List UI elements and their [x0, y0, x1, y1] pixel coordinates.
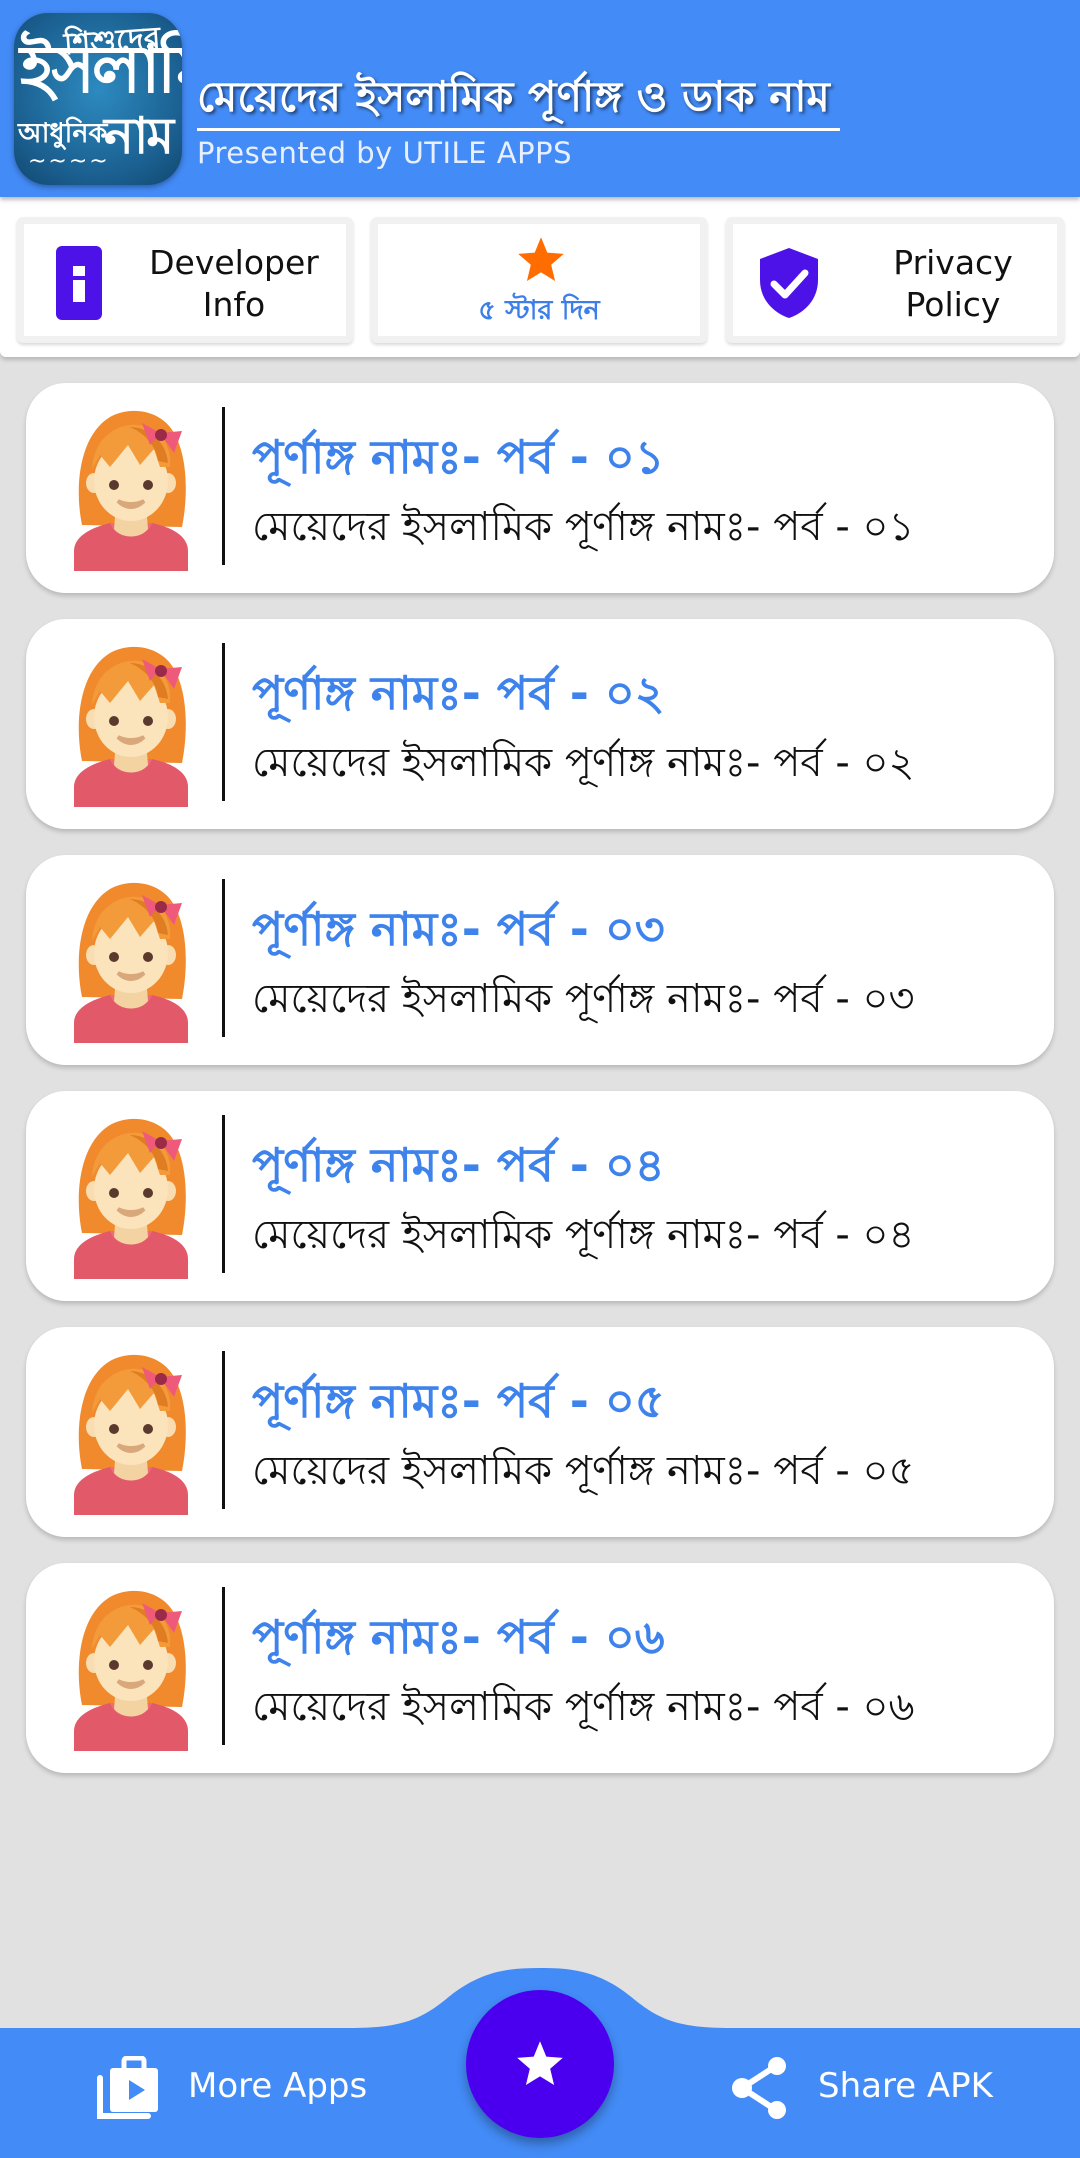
info-icon — [56, 246, 102, 320]
title-underline — [197, 128, 840, 131]
app-logo: শিশুদের ইসলামি আধুনিক নাম ~~~~ — [14, 13, 182, 185]
girl-avatar-icon — [72, 1588, 190, 1751]
card-title: পূর্ণাঙ্গ নামঃ- পর্ব - ০১ — [252, 430, 665, 484]
card-title: পূর্ণাঙ্গ নামঃ- পর্ব - ০৪ — [252, 1138, 665, 1192]
card-subtitle: মেয়েদের ইসলামিক পূর্ণাঙ্গ নামঃ- পর্ব - … — [252, 976, 915, 1022]
more-apps-label: More Apps — [188, 2066, 368, 2106]
bottom-navigation: More Apps Share APK — [0, 1960, 1080, 2158]
list-item[interactable]: পূর্ণাঙ্গ নামঃ- পর্ব - ০৫ মেয়েদের ইসলাম… — [26, 1327, 1054, 1537]
store-bag-icon — [97, 2056, 158, 2119]
label-line: Privacy — [893, 243, 1013, 282]
divider — [222, 879, 225, 1037]
card-subtitle: মেয়েদের ইসলামিক পূর্ণাঙ্গ নামঃ- পর্ব - … — [252, 504, 915, 550]
share-apk-label: Share APK — [818, 2066, 993, 2106]
list-item[interactable]: পূর্ণাঙ্গ নামঃ- পর্ব - ০২ মেয়েদের ইসলাম… — [26, 619, 1054, 829]
card-title: পূর্ণাঙ্গ নামঃ- পর্ব - ০৫ — [252, 1374, 665, 1428]
developer-info-button[interactable]: Developer Info — [17, 217, 353, 343]
list-item[interactable]: পূর্ণাঙ্গ নামঃ- পর্ব - ০৬ মেয়েদের ইসলাম… — [26, 1563, 1054, 1773]
list-item[interactable]: পূর্ণাঙ্গ নামঃ- পর্ব - ০৪ মেয়েদের ইসলাম… — [26, 1091, 1054, 1301]
privacy-policy-label: Privacy Policy — [853, 242, 1053, 326]
more-apps-button[interactable]: More Apps — [96, 2050, 368, 2130]
divider — [222, 407, 225, 565]
girl-avatar-icon — [72, 1352, 190, 1515]
girl-avatar-icon — [72, 408, 190, 571]
app-title: মেয়েদের ইসলামিক পূর্ণাঙ্গ ও ডাক নাম — [197, 72, 830, 121]
card-subtitle: মেয়েদের ইসলামিক পূর্ণাঙ্গ নামঃ- পর্ব - … — [252, 1212, 915, 1258]
action-strip: Developer Info ৫ স্টার দিন Privacy Polic… — [0, 197, 1080, 357]
girl-avatar-icon — [72, 1116, 190, 1279]
rate-fab-button[interactable] — [466, 1990, 614, 2138]
shield-check-icon — [760, 248, 818, 318]
card-subtitle: মেয়েদের ইসলামিক পূর্ণাঙ্গ নামঃ- পর্ব - … — [252, 740, 915, 786]
card-title: পূর্ণাঙ্গ নামঃ- পর্ব - ০২ — [252, 666, 665, 720]
app-subtitle: Presented by UTILE APPS — [197, 136, 572, 170]
privacy-policy-button[interactable]: Privacy Policy — [726, 217, 1064, 343]
logo-text: ~~~~ — [28, 149, 110, 174]
label-line: Developer — [149, 243, 319, 282]
share-icon — [732, 2057, 786, 2119]
rate-label: ৫ স্টার দিন — [478, 295, 600, 326]
card-title: পূর্ণাঙ্গ নামঃ- পর্ব - ০৩ — [252, 902, 665, 956]
card-subtitle: মেয়েদের ইসলামিক পূর্ণাঙ্গ নামঃ- পর্ব - … — [252, 1684, 915, 1730]
girl-avatar-icon — [72, 880, 190, 1043]
share-apk-button[interactable]: Share APK — [730, 2050, 1000, 2130]
list-item[interactable]: পূর্ণাঙ্গ নামঃ- পর্ব - ০৩ মেয়েদের ইসলাম… — [26, 855, 1054, 1065]
developer-info-label: Developer Info — [134, 242, 334, 326]
app-header: শিশুদের ইসলামি আধুনিক নাম ~~~~ মেয়েদের … — [0, 0, 1080, 197]
girl-avatar-icon — [72, 644, 190, 807]
divider — [222, 1587, 225, 1745]
card-subtitle: মেয়েদের ইসলামিক পূর্ণাঙ্গ নামঃ- পর্ব - … — [252, 1448, 915, 1494]
list-item[interactable]: পূর্ণাঙ্গ নামঃ- পর্ব - ০১ মেয়েদের ইসলাম… — [26, 383, 1054, 593]
divider — [222, 1351, 225, 1509]
label-line: Policy — [905, 285, 1001, 324]
star-icon — [518, 237, 564, 282]
star-icon — [517, 2041, 563, 2086]
rate-five-star-button[interactable]: ৫ স্টার দিন — [371, 217, 707, 343]
label-line: Info — [202, 285, 266, 324]
divider — [222, 643, 225, 801]
logo-text: নাম — [104, 107, 174, 165]
divider — [222, 1115, 225, 1273]
card-title: পূর্ণাঙ্গ নামঃ- পর্ব - ০৬ — [252, 1610, 665, 1664]
logo-text: ইসলামি — [20, 31, 182, 108]
